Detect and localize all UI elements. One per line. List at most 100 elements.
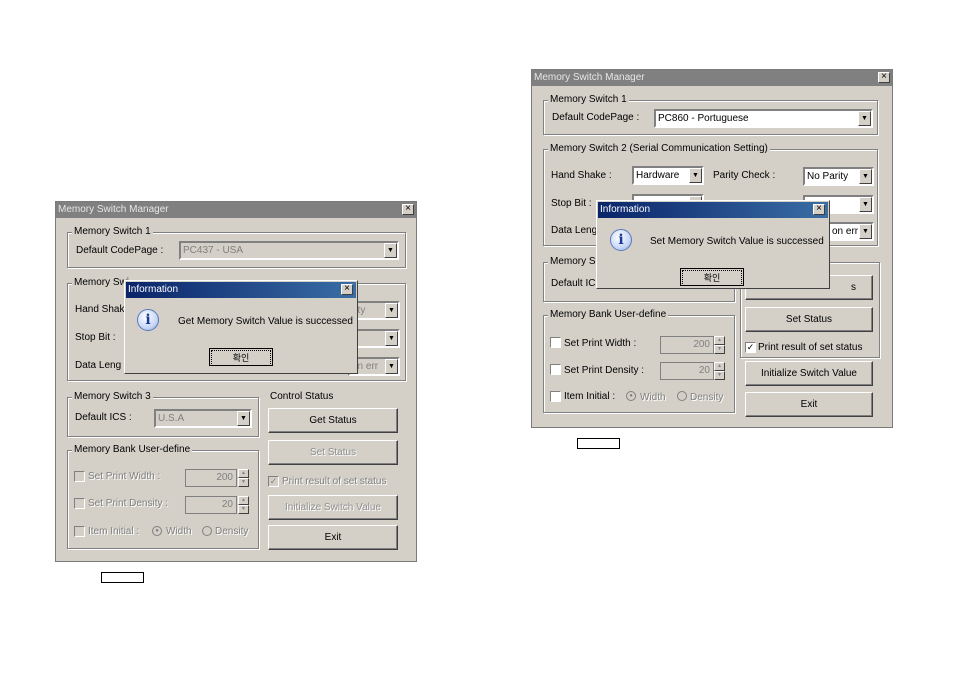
right-print-density-spinner[interactable]: ▲ ▼ xyxy=(714,362,725,380)
right-caption-box xyxy=(577,438,620,449)
left-dialog-ok-button[interactable]: 확인 xyxy=(209,348,273,366)
left-dialog-close-icon[interactable]: × xyxy=(341,284,353,295)
left-memory-switch-window: Memory Switch Manager × Memory Switch 1 … xyxy=(55,201,417,562)
right-handshake-value: Hardware xyxy=(636,170,680,181)
right-print-width-input[interactable]: 200 xyxy=(660,336,714,354)
right-info-dialog: Information × i Set Memory Switch Value … xyxy=(596,200,830,289)
left-bank-group: Memory Bank User-define Set Print Width … xyxy=(67,444,259,549)
right-initialize-button[interactable]: Initialize Switch Value xyxy=(745,361,873,386)
left-radio-density-label: Density xyxy=(215,526,249,537)
info-icon: i xyxy=(137,309,159,331)
left-ics-select[interactable]: U.S.A ▼ xyxy=(154,409,252,428)
left-radio-density[interactable] xyxy=(202,526,212,536)
right-datalength-label: Data Leng xyxy=(551,225,598,236)
left-dialog-title: Information xyxy=(126,282,356,298)
left-ms1-group: Memory Switch 1 Default CodePage : PC437… xyxy=(67,226,406,268)
right-print-result-label: Print result of set status xyxy=(758,342,863,353)
right-print-width-label: Set Print Width : xyxy=(564,338,637,349)
left-item-initial-label: Item Initial : xyxy=(88,526,140,537)
right-handshake-label: Hand Shake : xyxy=(551,170,612,181)
spin-up-icon[interactable]: ▲ xyxy=(714,336,725,345)
left-ics-dropdown-icon[interactable]: ▼ xyxy=(237,411,250,426)
left-print-width-spinner[interactable]: ▲ ▼ xyxy=(238,469,249,487)
right-parity-value: No Parity xyxy=(807,171,849,182)
right-dataerr-dropdown-icon[interactable]: ▼ xyxy=(859,224,872,239)
left-initialize-button[interactable]: Initialize Switch Value xyxy=(268,495,398,520)
right-close-icon[interactable]: × xyxy=(878,72,890,83)
right-codepage-select[interactable]: PC860 - Portuguese ▼ xyxy=(654,109,873,128)
left-ms3-group: Memory Switch 3 Default ICS : U.S.A ▼ xyxy=(67,391,259,437)
left-ics-label: Default ICS : xyxy=(75,412,132,423)
left-set-status-button[interactable]: Set Status xyxy=(268,440,398,465)
spin-up-icon[interactable]: ▲ xyxy=(714,362,725,371)
right-print-result-checkbox[interactable]: ✓ xyxy=(745,342,756,353)
right-stopbit-right-dropdown-icon[interactable]: ▼ xyxy=(859,197,872,212)
right-dialog-close-icon[interactable]: × xyxy=(813,204,825,215)
right-exit-button[interactable]: Exit xyxy=(745,392,873,417)
right-print-density-checkbox[interactable] xyxy=(550,364,561,375)
right-codepage-dropdown-icon[interactable]: ▼ xyxy=(858,111,871,126)
right-print-width-spinner[interactable]: ▲ ▼ xyxy=(714,336,725,354)
left-close-icon[interactable]: × xyxy=(402,204,414,215)
left-codepage-label: Default CodePage : xyxy=(76,245,164,256)
left-bank-legend: Memory Bank User-define xyxy=(72,444,193,455)
left-get-status-button[interactable]: Get Status xyxy=(268,408,398,433)
right-item-initial-checkbox[interactable] xyxy=(550,391,561,402)
left-print-density-checkbox[interactable] xyxy=(74,498,85,509)
spin-up-icon[interactable]: ▲ xyxy=(238,469,249,478)
left-info-dialog: Information × i Get Memory Switch Value … xyxy=(124,280,358,374)
left-datalength-label: Data Leng xyxy=(75,360,122,371)
left-codepage-value: PC437 - USA xyxy=(183,245,244,256)
right-print-width-checkbox[interactable] xyxy=(550,337,561,348)
left-caption-box xyxy=(101,572,144,583)
left-print-density-input[interactable]: 20 xyxy=(185,496,237,514)
left-dialog-message: Get Memory Switch Value is successed xyxy=(178,316,353,327)
right-radio-density-label: Density xyxy=(690,392,724,403)
right-bank-legend: Memory Bank User-define xyxy=(548,309,669,320)
spin-up-icon[interactable]: ▲ xyxy=(238,496,249,505)
left-codepage-dropdown-icon[interactable]: ▼ xyxy=(384,243,397,258)
right-parity-label: Parity Check : xyxy=(713,170,776,181)
left-item-initial-checkbox[interactable] xyxy=(74,526,85,537)
right-item-initial-label: Item Initial : xyxy=(564,391,616,402)
left-print-density-spinner[interactable]: ▲ ▼ xyxy=(238,496,249,514)
left-exit-button[interactable]: Exit xyxy=(268,525,398,550)
left-stopbit-label: Stop Bit : xyxy=(75,332,116,343)
spin-down-icon[interactable]: ▼ xyxy=(714,345,725,354)
left-codepage-select[interactable]: PC437 - USA ▼ xyxy=(179,241,399,260)
right-print-density-label: Set Print Density : xyxy=(564,365,645,376)
right-parity-dropdown-icon[interactable]: ▼ xyxy=(859,169,872,184)
right-ms2-legend: Memory Switch 2 (Serial Communication Se… xyxy=(548,143,770,154)
left-print-density-label: Set Print Density : xyxy=(88,498,169,509)
left-print-result-checkbox[interactable]: ✓ xyxy=(268,476,279,487)
right-handshake-dropdown-icon[interactable]: ▼ xyxy=(689,168,702,183)
spin-down-icon[interactable]: ▼ xyxy=(238,478,249,487)
right-dialog-title: Information xyxy=(598,202,828,218)
left-dialog-ok-label: 확인 xyxy=(211,350,271,366)
right-dialog-ok-button[interactable]: 확인 xyxy=(680,268,744,286)
left-stopbit-dropdown-icon[interactable]: ▼ xyxy=(385,331,398,346)
right-bank-group: Memory Bank User-define Set Print Width … xyxy=(543,309,735,413)
right-ms1-legend: Memory Switch 1 xyxy=(548,94,629,105)
right-set-status-button[interactable]: Set Status xyxy=(745,307,873,332)
left-parity-dropdown-icon[interactable]: ▼ xyxy=(385,303,398,318)
spin-down-icon[interactable]: ▼ xyxy=(238,505,249,514)
spin-down-icon[interactable]: ▼ xyxy=(714,371,725,380)
left-print-width-label: Set Print Width : xyxy=(88,471,161,482)
left-handshake-label: Hand Shak xyxy=(75,304,125,315)
left-print-width-input[interactable]: 200 xyxy=(185,469,237,487)
right-dialog-ok-label: 확인 xyxy=(682,270,742,286)
left-print-width-checkbox[interactable] xyxy=(74,471,85,482)
right-radio-width[interactable]: ● xyxy=(626,391,636,401)
right-parity-select[interactable]: No Parity ▼ xyxy=(803,167,874,186)
left-dataerr-dropdown-icon[interactable]: ▼ xyxy=(385,359,398,374)
right-ms3-legend: Memory S xyxy=(548,256,598,267)
right-dataerr-fragment: on err xyxy=(832,226,859,237)
right-radio-density[interactable] xyxy=(677,391,687,401)
right-ms1-group: Memory Switch 1 Default CodePage : PC860… xyxy=(543,94,878,135)
right-handshake-select[interactable]: Hardware ▼ xyxy=(632,166,704,185)
left-window-title: Memory Switch Manager xyxy=(56,202,416,218)
right-window-title: Memory Switch Manager xyxy=(532,70,892,86)
right-print-density-input[interactable]: 20 xyxy=(660,362,714,380)
left-radio-width[interactable]: ● xyxy=(152,526,162,536)
